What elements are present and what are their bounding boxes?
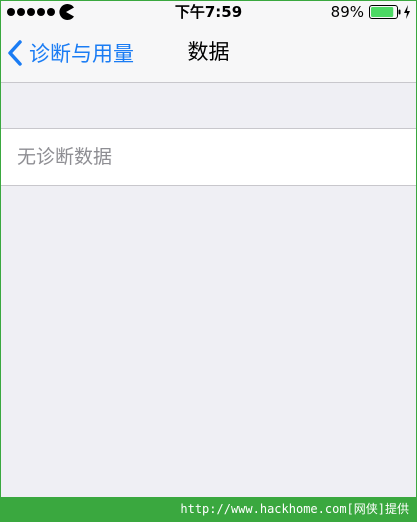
battery-percent: 89% bbox=[330, 3, 364, 21]
navigation-bar: 诊断与用量 数据 bbox=[1, 23, 416, 83]
charging-bolt-icon bbox=[404, 5, 410, 19]
watermark-text: http://www.hackhome.com[网侠]提供 bbox=[180, 502, 409, 516]
empty-state-cell: 无诊断数据 bbox=[1, 128, 416, 186]
screen: 下午7:59 89% 诊断与用量 数据 无诊断数据 bbox=[1, 1, 416, 497]
back-button-label: 诊断与用量 bbox=[29, 42, 134, 66]
back-button[interactable]: 诊断与用量 bbox=[5, 33, 134, 73]
status-bar: 下午7:59 89% bbox=[1, 1, 416, 23]
watermark-bar: http://www.hackhome.com[网侠]提供 bbox=[0, 497, 417, 522]
chevron-left-icon bbox=[8, 40, 22, 66]
page-title-text: 数据 bbox=[187, 40, 230, 64]
battery-icon bbox=[369, 5, 401, 19]
empty-state-message: 无诊断数据 bbox=[17, 146, 113, 168]
